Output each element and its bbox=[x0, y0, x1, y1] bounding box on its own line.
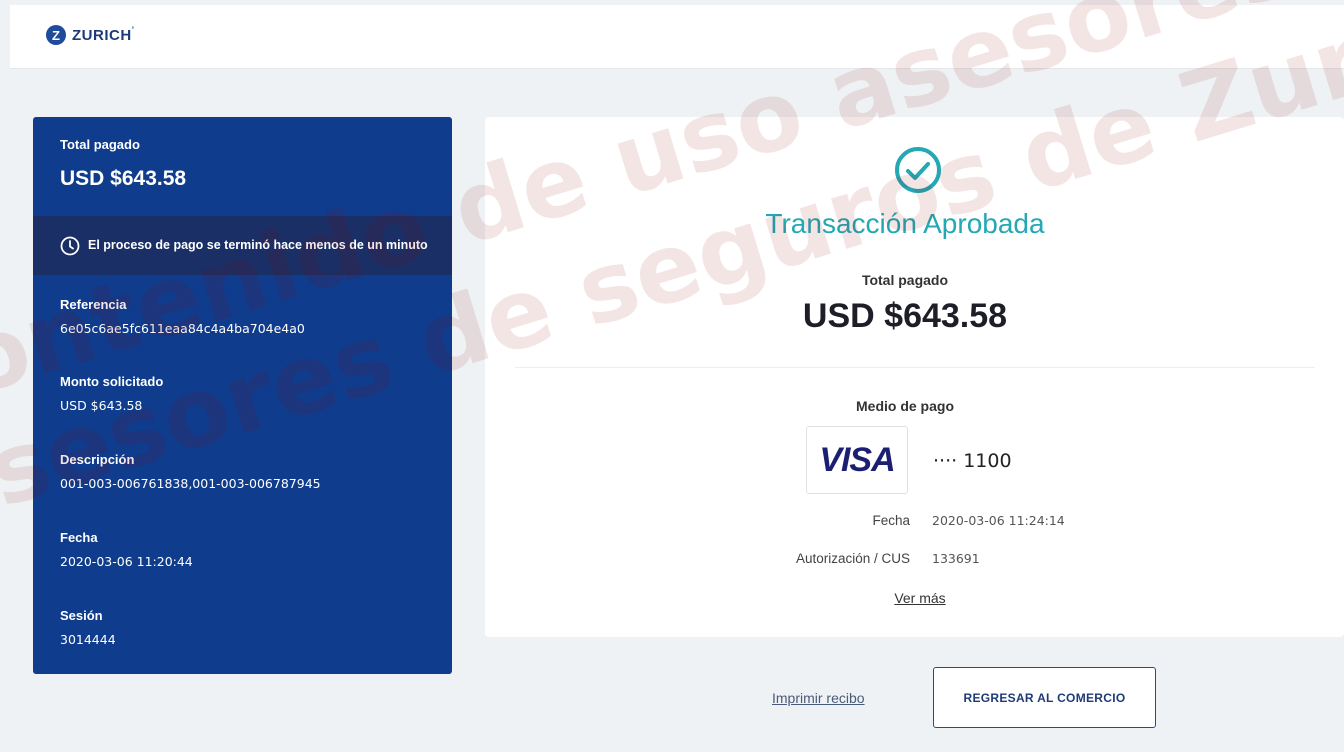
summary-total-label: Total pagado bbox=[60, 137, 140, 152]
result-total-value: USD $643.58 bbox=[802, 297, 1008, 335]
transaction-date-value: 2020-03-06 11:24:14 bbox=[932, 513, 1065, 528]
completion-notice: El proceso de pago se terminó hace menos… bbox=[33, 216, 452, 275]
transaction-date-label: Fecha bbox=[872, 513, 910, 528]
clock-icon bbox=[60, 236, 80, 255]
payment-method-label: Medio de pago bbox=[856, 398, 954, 414]
transaction-result-card: Transacción Aprobada Total pagado USD $6… bbox=[485, 117, 1344, 637]
reference-value: 6e05c6ae5fc611eaa84c4a4ba704e4a0 bbox=[60, 321, 305, 336]
zurich-logo-text: ZURICH° bbox=[72, 26, 135, 44]
summary-total-value: USD $643.58 bbox=[60, 167, 187, 190]
requested-amount-value: USD $643.58 bbox=[60, 398, 143, 413]
date-value: 2020-03-06 11:20:44 bbox=[60, 554, 193, 569]
return-to-merchant-button[interactable]: REGRESAR AL COMERCIO bbox=[933, 667, 1156, 728]
zurich-logo-icon: Z bbox=[46, 25, 66, 45]
card-last-digits: ···· 1100 bbox=[933, 450, 1012, 472]
requested-amount-field: Monto solicitado USD $643.58 bbox=[60, 374, 163, 413]
completion-notice-text: El proceso de pago se terminó hace menos… bbox=[88, 238, 428, 253]
zurich-logo[interactable]: Z ZURICH° bbox=[46, 25, 135, 45]
description-field: Descripción 001-003-006761838,001-003-00… bbox=[60, 452, 321, 491]
result-total-label: Total pagado bbox=[861, 272, 949, 288]
payment-summary-panel: Total pagado USD $643.58 El proceso de p… bbox=[33, 117, 452, 674]
session-label: Sesión bbox=[60, 608, 103, 623]
card-brand-logo: VISA bbox=[806, 426, 908, 494]
authorization-label: Autorización / CUS bbox=[795, 551, 910, 566]
divider bbox=[515, 367, 1315, 368]
print-receipt-link[interactable]: Imprimir recibo bbox=[772, 690, 865, 706]
status-title: Transacción Aprobada bbox=[765, 208, 1045, 239]
description-label: Descripción bbox=[60, 452, 135, 467]
check-circle-icon bbox=[895, 147, 941, 193]
authorization-value: 133691 bbox=[932, 551, 980, 566]
date-label: Fecha bbox=[60, 530, 98, 545]
reference-field: Referencia 6e05c6ae5fc611eaa84c4a4ba704e… bbox=[60, 297, 305, 336]
top-header: Z ZURICH° bbox=[10, 5, 1344, 69]
reference-label: Referencia bbox=[60, 297, 127, 312]
requested-amount-label: Monto solicitado bbox=[60, 374, 164, 389]
session-value: 3014444 bbox=[60, 632, 116, 647]
see-more-link[interactable]: Ver más bbox=[485, 590, 1344, 606]
session-field: Sesión 3014444 bbox=[60, 608, 116, 647]
visa-logo-text: VISA bbox=[819, 440, 895, 479]
description-value: 001-003-006761838,001-003-006787945 bbox=[60, 476, 321, 491]
date-field: Fecha 2020-03-06 11:20:44 bbox=[60, 530, 193, 569]
